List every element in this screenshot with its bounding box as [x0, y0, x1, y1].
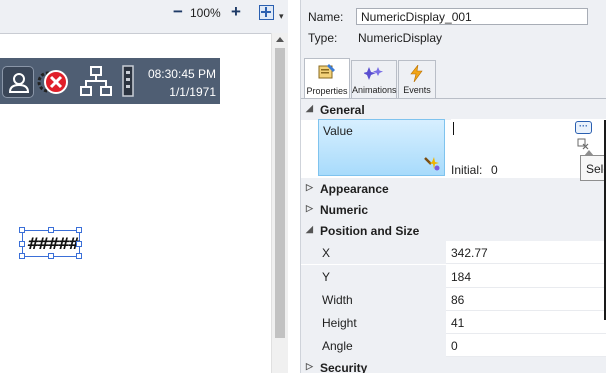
- numeric-display-object[interactable]: #####: [19, 227, 82, 259]
- user-icon[interactable]: [2, 66, 34, 98]
- design-canvas[interactable]: 08:30:45 PM 1/1/1971 #####: [0, 33, 271, 373]
- property-value[interactable]: 86: [451, 293, 464, 307]
- resize-handle-bottom-left[interactable]: [19, 253, 25, 259]
- header-time: 08:30:45 PM: [147, 67, 216, 81]
- initial-label: Initial:: [451, 163, 483, 177]
- toolbar-menu-caret-icon[interactable]: ▾: [279, 11, 284, 22]
- scroll-up-arrow-icon[interactable]: [276, 37, 284, 42]
- resize-handle-top-right[interactable]: [76, 227, 82, 233]
- property-row-y[interactable]: Y 184: [301, 265, 606, 288]
- property-value[interactable]: 41: [451, 316, 464, 330]
- resize-handle-right[interactable]: [76, 241, 82, 247]
- fit-to-screen-icon[interactable]: [259, 5, 274, 20]
- zoom-toolbar: − 100% + ▾: [0, 0, 291, 26]
- collapse-arrow-icon[interactable]: ◢: [306, 103, 313, 114]
- resize-handle-top[interactable]: [48, 227, 54, 233]
- scrollbar-thumb[interactable]: [275, 48, 285, 338]
- category-appearance[interactable]: ▷ Appearance: [301, 178, 606, 199]
- splitter[interactable]: [288, 0, 291, 373]
- hmi-header-bar: 08:30:45 PM 1/1/1971: [0, 58, 220, 104]
- tab-animations[interactable]: Animations: [351, 60, 397, 98]
- zoom-level: 100%: [190, 6, 221, 20]
- events-icon: [410, 65, 423, 82]
- resize-handle-bottom-right[interactable]: [76, 253, 82, 259]
- category-general[interactable]: ◢ General: [301, 99, 606, 120]
- tooltip: Sele: [580, 155, 606, 181]
- category-numeric[interactable]: ▷ Numeric: [301, 199, 606, 220]
- category-position-size[interactable]: ◢ Position and Size: [301, 220, 606, 241]
- network-icon[interactable]: [79, 64, 113, 98]
- properties-panel: Name: Type: NumericDisplay Properties An…: [300, 0, 606, 373]
- tab-animations-label: Animations: [352, 85, 397, 95]
- property-value[interactable]: 184: [451, 270, 471, 284]
- initial-value[interactable]: 0: [491, 163, 498, 177]
- canvas-vertical-scrollbar[interactable]: [271, 33, 288, 373]
- property-label: Height: [322, 316, 357, 330]
- canvas-area: − 100% + ▾ 08:30:45 PM 1/1/1971 #####: [0, 0, 291, 373]
- tab-properties[interactable]: Properties: [304, 58, 350, 99]
- tab-events[interactable]: Events: [398, 60, 436, 98]
- property-label: X: [322, 246, 331, 260]
- tab-events-label: Events: [403, 85, 431, 95]
- expand-arrow-icon[interactable]: ▷: [306, 361, 313, 372]
- gear-error-icon[interactable]: [36, 66, 72, 98]
- browse-button[interactable]: ···: [575, 121, 592, 134]
- text-caret: [453, 122, 454, 135]
- zoom-in-button[interactable]: +: [228, 3, 244, 21]
- property-grid: ◢ General Value ··· Initial: 0 ▷ Appeara…: [301, 98, 606, 373]
- type-label: Type:: [308, 31, 338, 45]
- property-row-height[interactable]: Height 41: [301, 311, 606, 334]
- property-value[interactable]: 0: [451, 339, 458, 353]
- property-label: Width: [322, 293, 353, 307]
- value-label: Value: [323, 124, 353, 138]
- resize-handle-left[interactable]: [19, 241, 25, 247]
- property-row-width[interactable]: Width 86: [301, 288, 606, 311]
- property-label: Angle: [322, 339, 353, 353]
- tag-browser-wand-icon[interactable]: [422, 153, 440, 171]
- tab-properties-label: Properties: [306, 86, 348, 96]
- expand-arrow-icon[interactable]: ▷: [306, 182, 313, 193]
- property-row-x[interactable]: X 342.77: [301, 241, 606, 264]
- properties-icon: [318, 64, 335, 79]
- header-date: 1/1/1971: [169, 85, 216, 99]
- property-label: Y: [322, 270, 331, 284]
- resize-handle-bottom[interactable]: [48, 253, 54, 259]
- type-value: NumericDisplay: [358, 31, 443, 45]
- collapse-arrow-icon[interactable]: ◢: [306, 224, 313, 235]
- name-input[interactable]: [356, 8, 588, 25]
- property-value[interactable]: 342.77: [451, 246, 488, 260]
- device-icon[interactable]: [120, 64, 136, 98]
- property-row-angle[interactable]: Angle 0: [301, 334, 606, 357]
- resize-handle-top-left[interactable]: [19, 227, 25, 233]
- numeric-display-text: #####: [26, 234, 79, 253]
- zoom-out-button[interactable]: −: [170, 3, 186, 21]
- name-label: Name:: [308, 10, 344, 24]
- reset-value-icon[interactable]: [577, 138, 589, 150]
- animations-icon: [364, 67, 383, 80]
- value-property-key[interactable]: Value: [318, 119, 445, 176]
- expand-arrow-icon[interactable]: ▷: [306, 203, 313, 214]
- category-security[interactable]: ▷ Security: [301, 357, 606, 373]
- value-editor[interactable]: ···: [451, 119, 606, 155]
